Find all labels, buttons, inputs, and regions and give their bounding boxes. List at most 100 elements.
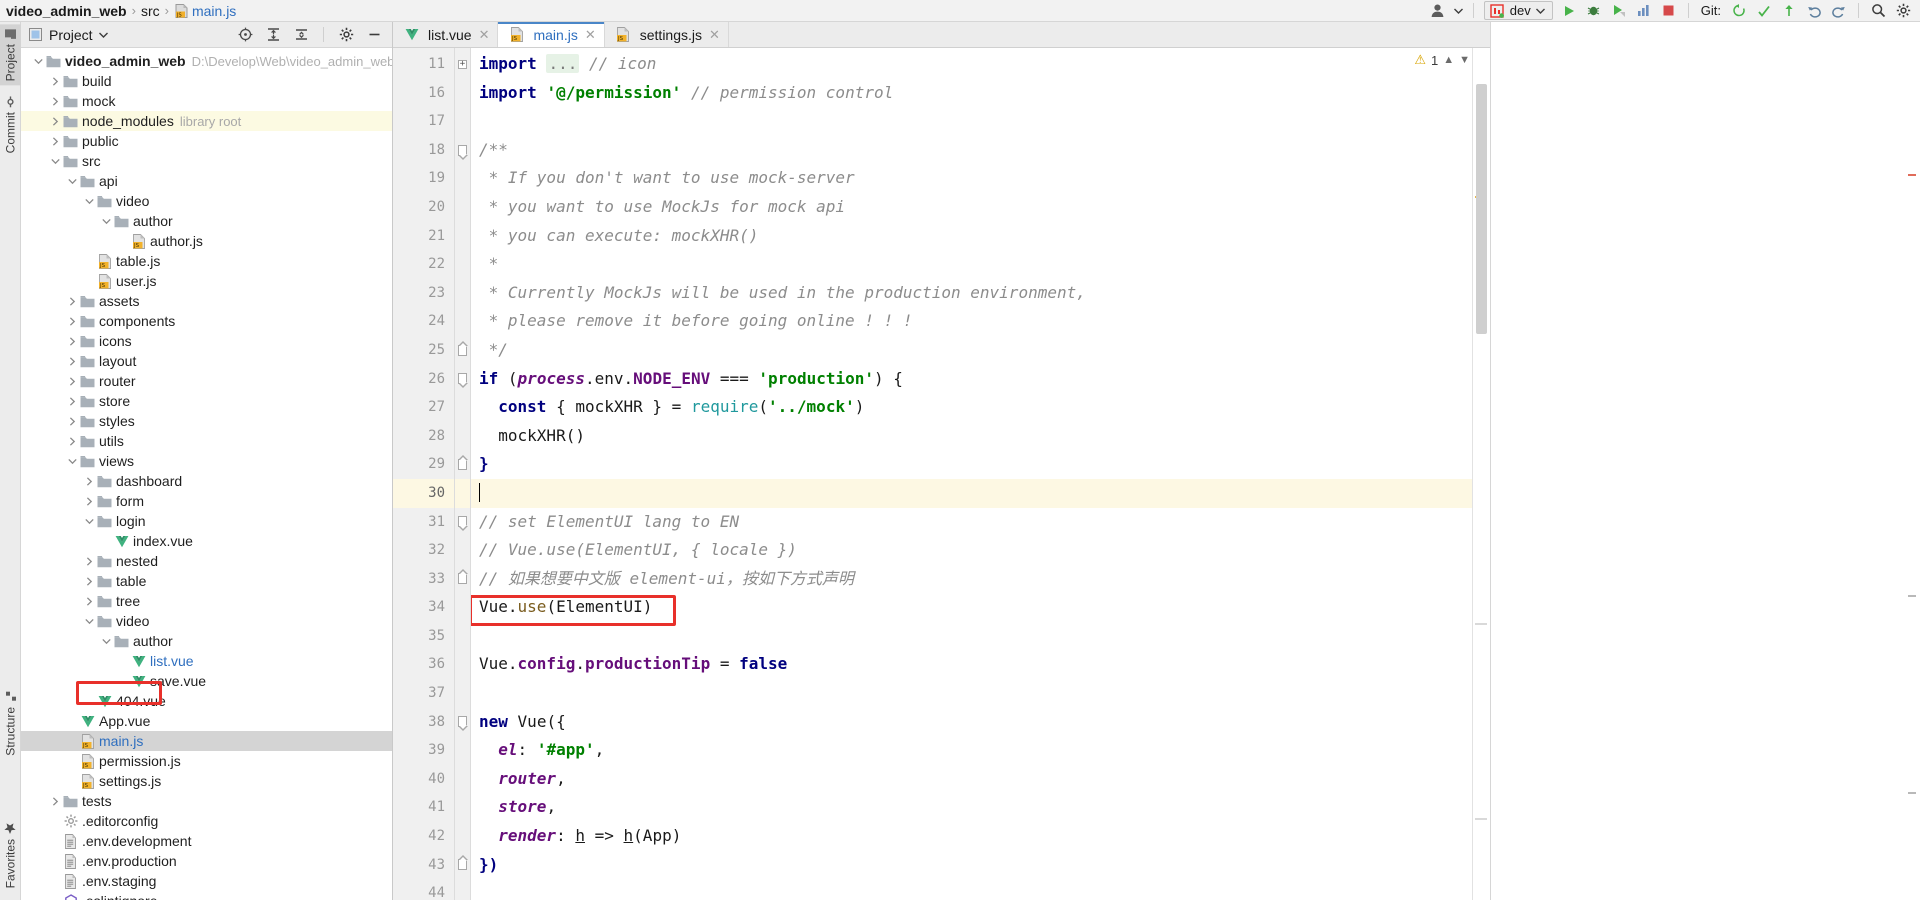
- tree-item-main-js[interactable]: JS main.js: [21, 731, 392, 751]
- fold-expand-icon[interactable]: +: [455, 50, 470, 79]
- git-push-icon[interactable]: [1780, 2, 1798, 20]
- chevron-right-icon[interactable]: [48, 136, 62, 146]
- tree-item-video[interactable]: video: [21, 191, 392, 211]
- code-line[interactable]: store,: [471, 793, 1472, 822]
- fold-collapse-start-icon[interactable]: [455, 708, 470, 737]
- code-line[interactable]: [471, 107, 1472, 136]
- chevron-right-icon[interactable]: [65, 296, 79, 306]
- scroll-from-source-icon[interactable]: [236, 26, 254, 44]
- chevron-down-icon[interactable]: [65, 178, 79, 185]
- sidebar-item-structure[interactable]: Structure: [0, 687, 21, 760]
- code-line[interactable]: [471, 879, 1472, 900]
- chevron-down-icon[interactable]: ▼: [1459, 54, 1470, 66]
- code-line[interactable]: router,: [471, 765, 1472, 794]
- chevron-right-icon[interactable]: [65, 316, 79, 326]
- editor-scroll-thumb[interactable]: [1476, 84, 1487, 334]
- editor-tabs[interactable]: list.vue ✕ JS main.js ✕ JS settings.js ✕: [393, 22, 1490, 48]
- chevron-right-icon[interactable]: [65, 436, 79, 446]
- tree-item-table[interactable]: table: [21, 571, 392, 591]
- code-line[interactable]: mockXHR(): [471, 422, 1472, 451]
- tree-item-video-admin-web[interactable]: video_admin_web D:\Develop\Web\video_admi…: [21, 51, 392, 71]
- code-line[interactable]: const { mockXHR } = require('../mock'): [471, 393, 1472, 422]
- code-line[interactable]: // Vue.use(ElementUI, { locale }): [471, 536, 1472, 565]
- tree-item-api[interactable]: api: [21, 171, 392, 191]
- hide-panel-icon[interactable]: [365, 26, 383, 44]
- tree-item-node-modules[interactable]: node_modules library root: [21, 111, 392, 131]
- chevron-right-icon[interactable]: [48, 116, 62, 126]
- code-line[interactable]: render: h => h(App): [471, 822, 1472, 851]
- chevron-down-icon[interactable]: [1535, 2, 1545, 20]
- chevron-down-icon[interactable]: [82, 618, 96, 625]
- code-line[interactable]: [471, 679, 1472, 708]
- chevron-right-icon[interactable]: [82, 556, 96, 566]
- chevron-right-icon[interactable]: [65, 376, 79, 386]
- tree-item-list-vue[interactable]: list.vue: [21, 651, 392, 671]
- user-avatar-icon[interactable]: [1429, 2, 1447, 20]
- profiler-icon[interactable]: [1635, 2, 1653, 20]
- chevron-right-icon[interactable]: [82, 596, 96, 606]
- tree-item-404-vue[interactable]: 404.vue: [21, 691, 392, 711]
- fold-collapse-end-icon[interactable]: [455, 450, 470, 479]
- fold-collapse-start-icon[interactable]: [455, 508, 470, 537]
- run-button-icon[interactable]: [1560, 2, 1578, 20]
- tree-item-author[interactable]: author: [21, 211, 392, 231]
- chevron-right-icon[interactable]: [65, 356, 79, 366]
- tree-item-table-js[interactable]: JS table.js: [21, 251, 392, 271]
- tree-item-src[interactable]: src: [21, 151, 392, 171]
- tree-item-index-vue[interactable]: index.vue: [21, 531, 392, 551]
- sidebar-item-favorites[interactable]: Favorites: [0, 818, 21, 892]
- chevron-down-icon[interactable]: [82, 518, 96, 525]
- chevron-down-icon[interactable]: [65, 458, 79, 465]
- tree-item-tests[interactable]: tests: [21, 791, 392, 811]
- project-file-tree[interactable]: video_admin_web D:\Develop\Web\video_admi…: [21, 48, 392, 900]
- code-line[interactable]: }): [471, 851, 1472, 880]
- debug-button-icon[interactable]: [1585, 2, 1603, 20]
- code-line[interactable]: // set ElementUI lang to EN: [471, 508, 1472, 537]
- chevron-down-icon[interactable]: [48, 158, 62, 165]
- chevron-right-icon[interactable]: [82, 476, 96, 486]
- tree-item-author-js[interactable]: JS author.js: [21, 231, 392, 251]
- undo-icon[interactable]: [1805, 2, 1823, 20]
- sidebar-item-project[interactable]: Project: [0, 24, 21, 86]
- tree-item-video[interactable]: video: [21, 611, 392, 631]
- chevron-up-icon[interactable]: ▲: [1443, 54, 1454, 66]
- tree-item-app-vue[interactable]: App.vue: [21, 711, 392, 731]
- code-line[interactable]: new Vue({: [471, 708, 1472, 737]
- code-line[interactable]: * Currently MockJs will be used in the p…: [471, 279, 1472, 308]
- chevron-down-icon[interactable]: [31, 58, 45, 65]
- tree-item-author[interactable]: author: [21, 631, 392, 651]
- close-icon[interactable]: ✕: [479, 27, 490, 43]
- breadcrumb-file[interactable]: main.js: [192, 3, 236, 19]
- search-everywhere-icon[interactable]: [1869, 2, 1887, 20]
- code-line[interactable]: [471, 478, 1472, 508]
- close-icon[interactable]: ✕: [709, 27, 720, 43]
- tree-item--env-staging[interactable]: .env.staging: [21, 871, 392, 891]
- close-icon[interactable]: ✕: [585, 27, 596, 43]
- collapse-all-icon[interactable]: [292, 26, 310, 44]
- fold-collapse-end-icon[interactable]: [455, 336, 470, 365]
- git-commit-icon[interactable]: [1755, 2, 1773, 20]
- tree-item-settings-js[interactable]: JS settings.js: [21, 771, 392, 791]
- chevron-down-icon[interactable]: [99, 218, 113, 225]
- tree-item-permission-js[interactable]: JS permission.js: [21, 751, 392, 771]
- breadcrumb-project[interactable]: video_admin_web: [6, 3, 127, 19]
- code-line[interactable]: el: '#app',: [471, 736, 1472, 765]
- tree-item-components[interactable]: components: [21, 311, 392, 331]
- code-line[interactable]: * please remove it before going online !…: [471, 307, 1472, 336]
- tree-item-user-js[interactable]: JS user.js: [21, 271, 392, 291]
- tree-item-save-vue[interactable]: save.vue: [21, 671, 392, 691]
- code-text-area[interactable]: import ... // icon import '@/permission' …: [471, 48, 1472, 900]
- inspection-mark[interactable]: [1475, 623, 1487, 625]
- chevron-right-icon[interactable]: [48, 796, 62, 806]
- fold-collapse-start-icon[interactable]: [455, 136, 470, 165]
- tree-item-dashboard[interactable]: dashboard: [21, 471, 392, 491]
- chevron-down-icon[interactable]: [1453, 2, 1463, 20]
- editor-tab-main-js[interactable]: JS main.js ✕: [498, 22, 605, 47]
- chevron-down-icon[interactable]: [99, 638, 113, 645]
- git-update-icon[interactable]: [1730, 2, 1748, 20]
- tree-item-login[interactable]: login: [21, 511, 392, 531]
- inspection-scrollbar[interactable]: [1472, 48, 1490, 900]
- tree-item--editorconfig[interactable]: .editorconfig: [21, 811, 392, 831]
- tree-item-layout[interactable]: layout: [21, 351, 392, 371]
- code-line[interactable]: /**: [471, 136, 1472, 165]
